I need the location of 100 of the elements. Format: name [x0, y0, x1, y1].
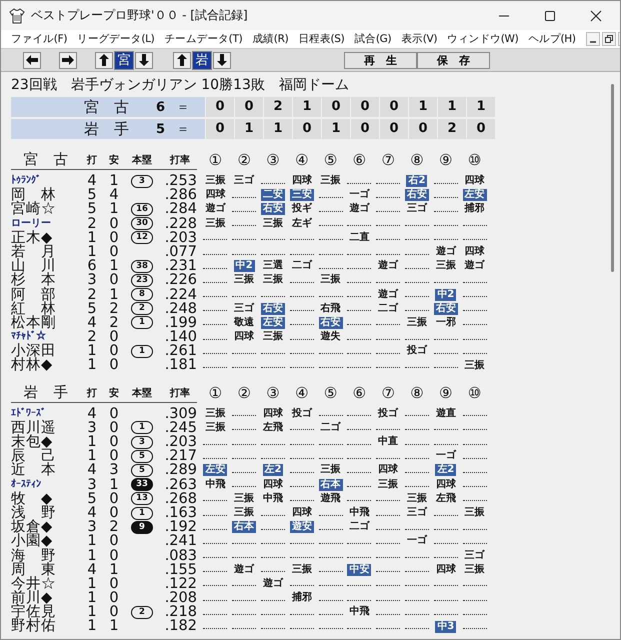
column-header: 打	[86, 154, 98, 167]
down-button[interactable]	[213, 52, 231, 68]
at-bat-result: 三ゴ	[406, 203, 427, 216]
hit-result: 右安	[260, 302, 285, 315]
inning-header: ⑨	[438, 151, 454, 169]
team-selector[interactable]: 岩	[192, 50, 212, 70]
at-bat-result: 左飛	[436, 492, 456, 505]
action-button[interactable]: 再 生	[344, 52, 417, 68]
team-selector[interactable]: 宮	[114, 50, 134, 70]
menu-item[interactable]: 日程表(S)	[298, 32, 344, 46]
menu-item[interactable]: 成績(R)	[252, 32, 288, 46]
at-bat-result: 四球	[292, 175, 312, 188]
player-name: 若 月	[11, 244, 57, 260]
dotted-leader	[404, 429, 429, 430]
at-bat-result: 三振	[378, 478, 398, 491]
inning-runs: 0	[235, 97, 263, 117]
menu-item[interactable]: チームデータ(T)	[164, 32, 242, 46]
hits: 1	[108, 174, 120, 188]
dotted-leader	[404, 458, 429, 459]
hit-result: 左安	[203, 464, 228, 476]
batting-average: .286	[164, 188, 198, 202]
player-name: ｵｰｽﾃｨﾝ	[11, 478, 42, 492]
down-button[interactable]	[135, 52, 153, 68]
player-name: ローリー	[11, 216, 52, 230]
hits: 0	[108, 230, 120, 245]
inning-header: ④	[294, 384, 310, 402]
up-button[interactable]	[173, 52, 191, 68]
dotted-leader	[290, 458, 314, 459]
at-bats: 1	[86, 591, 98, 606]
dotted-leader	[260, 542, 285, 544]
inning-header: ⑨	[438, 384, 454, 402]
dotted-leader	[203, 600, 228, 601]
dotted-leader	[203, 542, 228, 544]
dotted-leader	[434, 282, 458, 283]
dotted-leader	[347, 557, 372, 558]
dotted-leader	[462, 542, 487, 544]
dotted-leader	[318, 585, 343, 586]
at-bats: 4	[86, 174, 98, 188]
batting-average: .263	[164, 478, 198, 492]
dotted-leader	[232, 458, 256, 459]
batting-average: .122	[164, 576, 198, 592]
at-bat-result: 三振	[464, 360, 485, 372]
menu-item[interactable]: 試合(G)	[354, 32, 392, 46]
dotted-leader	[290, 324, 314, 326]
dotted-leader	[404, 571, 429, 572]
dotted-leader	[290, 429, 314, 430]
hit-result: 右安	[404, 189, 429, 202]
dotted-leader	[318, 528, 343, 530]
dotted-leader	[260, 614, 285, 615]
at-bat-result: 三振	[262, 331, 283, 344]
total-runs: 5	[154, 122, 165, 136]
batting-average: .182	[164, 619, 198, 634]
player-name: 浅 野	[11, 506, 57, 520]
action-button[interactable]: 保 存	[417, 52, 490, 68]
at-bat-result: 四球	[262, 408, 283, 420]
at-bat-result: 三振	[320, 175, 341, 188]
at-bat-result: 三ゴ	[464, 550, 485, 562]
up-button[interactable]	[95, 52, 113, 68]
dotted-leader	[232, 196, 256, 198]
inning-runs: 2	[264, 97, 292, 117]
dotted-leader	[347, 486, 372, 488]
at-bat-result: 遊飛	[320, 492, 341, 505]
player-name: 杉 本	[11, 273, 57, 288]
scrollbar-thumb[interactable]	[611, 84, 614, 272]
dotted-leader	[203, 557, 228, 558]
next-button[interactable]	[59, 52, 77, 68]
at-bat-result: 一邪	[436, 316, 456, 329]
dotted-leader	[347, 268, 372, 269]
batting-average: .245	[164, 420, 198, 436]
column-header: 打率	[168, 386, 191, 400]
at-bats: 1	[86, 344, 98, 358]
menu-item[interactable]: ファイル(F)	[11, 32, 68, 46]
restore-icon[interactable]	[602, 32, 616, 46]
at-bat-result: 遊ゴ	[349, 203, 370, 216]
hit-result: 左安	[462, 189, 487, 202]
dotted-leader	[318, 254, 343, 255]
minimize-icon[interactable]	[586, 32, 600, 46]
at-bats: 1	[86, 548, 98, 563]
up-arrow-icon	[99, 54, 109, 66]
player-name: 坂倉◆	[11, 520, 54, 534]
menu-item[interactable]: ヘルプ(H)	[528, 32, 576, 46]
batting-average: .248	[164, 302, 198, 316]
at-bat-result: 四球	[436, 478, 456, 491]
home-run-count: 1	[131, 344, 153, 358]
hit-result: 中2	[234, 260, 255, 272]
dotted-leader	[347, 585, 372, 586]
at-bat-result: 遊ゴ	[205, 203, 226, 216]
at-bats: 5	[86, 188, 98, 202]
batting-average: .284	[164, 202, 198, 217]
player-name: 阿 部	[11, 288, 57, 302]
previous-button[interactable]	[23, 52, 41, 68]
menu-item[interactable]: リーグデータ(L)	[77, 32, 154, 46]
menu-item[interactable]: 表示(V)	[401, 32, 438, 46]
close-icon[interactable]	[590, 10, 602, 22]
home-run-count: 1	[131, 421, 153, 434]
at-bat-result: 三振	[406, 316, 427, 329]
dotted-leader	[434, 444, 458, 445]
dotted-leader	[232, 628, 256, 630]
maximize-icon[interactable]	[544, 10, 556, 22]
menu-item[interactable]: ウィンドウ(W)	[447, 32, 518, 46]
